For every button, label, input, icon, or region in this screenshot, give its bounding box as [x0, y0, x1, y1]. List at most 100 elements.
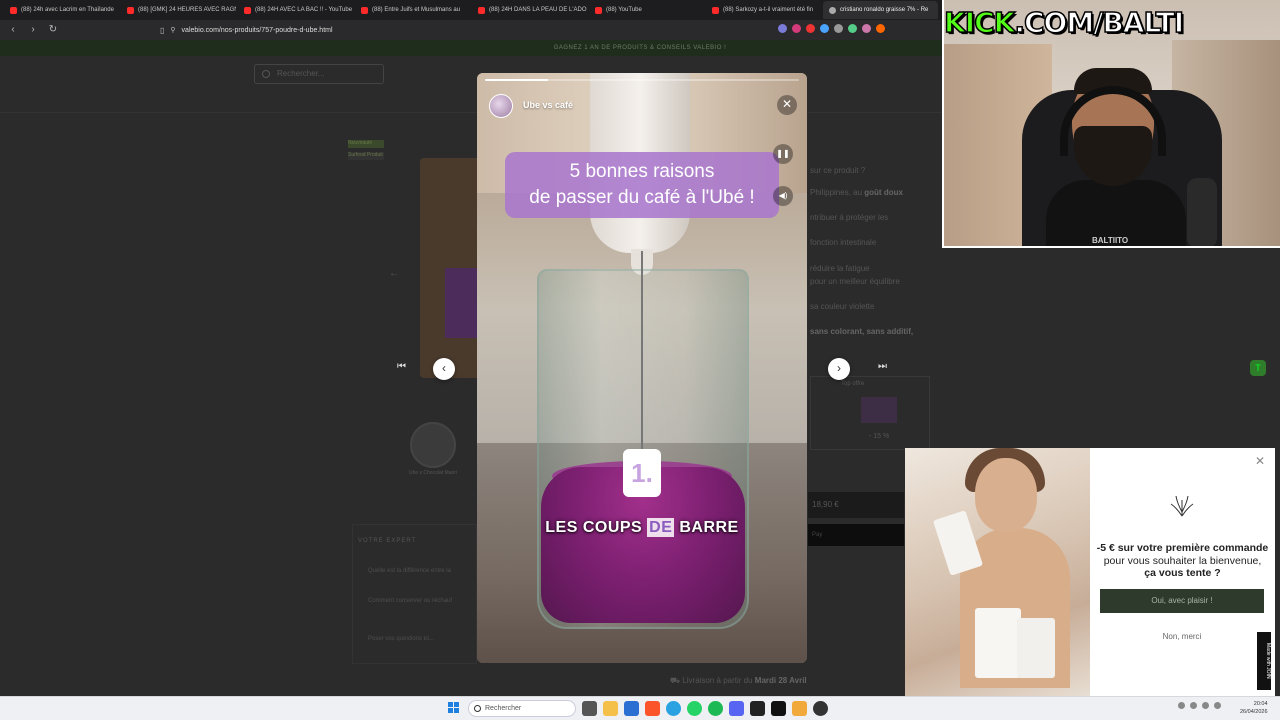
- skip-forward-icon[interactable]: ⏭: [878, 361, 887, 372]
- windows-start-icon[interactable]: [448, 702, 460, 714]
- faq-item[interactable]: Quelle est la différence entre la: [368, 568, 451, 574]
- story-progress-track: [485, 79, 799, 81]
- brave-browser-icon[interactable]: [645, 701, 660, 716]
- shirt-print: BALTIITO: [1092, 236, 1129, 245]
- chat-widget-button[interactable]: T: [1250, 360, 1266, 376]
- made-with-join-badge[interactable]: Made with JOIN: [1257, 632, 1271, 690]
- benefit-text: sa couleur violette: [810, 302, 875, 311]
- tab-title: (88) Entre Juifs et Musulmans au: [372, 7, 461, 13]
- gallery-prev-icon[interactable]: ←: [389, 268, 399, 279]
- forward-icon[interactable]: ›: [26, 23, 40, 37]
- reload-icon[interactable]: ↻: [46, 23, 60, 37]
- close-icon[interactable]: ✕: [777, 95, 797, 115]
- wifi-icon[interactable]: [1190, 702, 1197, 709]
- benefit-line: réduire la fatigue: [810, 264, 870, 273]
- taskbar-search-input[interactable]: Rechercher: [468, 700, 576, 717]
- site-info-icon[interactable]: ⚲: [170, 26, 175, 34]
- clock-time: 20:04: [1253, 701, 1268, 707]
- new-badge: Nouveauté: [348, 140, 384, 148]
- extensions-bar: [778, 24, 885, 33]
- decline-offer-link[interactable]: Non, merci: [1100, 632, 1264, 641]
- telegram-icon[interactable]: [666, 701, 681, 716]
- browser-tab[interactable]: (88) YouTube: [589, 1, 704, 19]
- welcome-discount-popup: ✕ -5 € sur votre première commande pour …: [905, 448, 1275, 696]
- express-pay-button[interactable]: Pay: [808, 524, 904, 546]
- app-icon[interactable]: [792, 701, 807, 716]
- browser-tab[interactable]: (88) 24h avec Lacrim en Thaïlande: [4, 1, 119, 19]
- task-view-icon[interactable]: [582, 701, 597, 716]
- story-viewer[interactable]: Ube vs café ✕ 5 bonnes raisons de passer…: [477, 73, 807, 663]
- browser-tab[interactable]: (88) Sarkozy a-t-il vraiment été fin: [706, 1, 821, 19]
- extension-icon[interactable]: [820, 24, 829, 33]
- benefit-text: pour un meilleur équilibre: [810, 277, 900, 286]
- store-icon[interactable]: [624, 701, 639, 716]
- taskbar: Rechercher 20:04 26/04/2026: [0, 696, 1280, 720]
- price: 18,90 €: [812, 500, 839, 509]
- microphone: [1187, 178, 1217, 248]
- faq-item[interactable]: Comment conserver ou réchauf: [368, 598, 452, 604]
- faq-title: VOTRE EXPERT: [358, 538, 417, 544]
- accept-offer-button[interactable]: Oui, avec plaisir !: [1100, 589, 1264, 613]
- headline-line-2: de passer du café à l'Ubé !: [529, 187, 755, 208]
- skip-back-icon[interactable]: ⏮: [397, 361, 406, 372]
- extension-icon[interactable]: [778, 24, 787, 33]
- popup-close-icon[interactable]: ✕: [1255, 454, 1265, 468]
- taskbar-clock[interactable]: 20:04 26/04/2026: [1240, 700, 1268, 716]
- benefit-text: réduire la fatigue: [810, 264, 870, 273]
- caption-text: LES COUPS: [545, 519, 648, 536]
- site-search-input[interactable]: Rechercher...: [254, 64, 384, 84]
- pause-icon[interactable]: ❚❚: [773, 144, 793, 164]
- system-tray: [1178, 702, 1221, 709]
- address-bar[interactable]: ▯ ⚲ valebio.com/nos-produits/757-poudre-…: [160, 23, 680, 37]
- battery-icon[interactable]: [1214, 702, 1221, 709]
- url-text[interactable]: valebio.com/nos-produits/757-poudre-d-ub…: [182, 27, 333, 34]
- add-to-cart-button[interactable]: 18,90 €: [808, 492, 904, 518]
- extension-icon[interactable]: [834, 24, 843, 33]
- extension-icon[interactable]: [862, 24, 871, 33]
- tab-title: cristiano ronaldo graisse 7% - Re: [840, 7, 929, 13]
- variant-label: Ube x Chocolat Maori: [408, 470, 458, 476]
- benefit-line: Philippines, au goût doux: [810, 188, 903, 197]
- story-headline: 5 bonnes raisons de passer du café à l'U…: [505, 152, 779, 218]
- benefit-line: sa couleur violette: [810, 302, 874, 311]
- volume-icon[interactable]: [1202, 702, 1209, 709]
- benefit-emphasis: sans colorant, sans additif,: [810, 327, 914, 336]
- popup-subtitle-text: pour vous souhaiter la bienvenue,: [1103, 555, 1262, 567]
- extension-icon[interactable]: [806, 24, 815, 33]
- extension-icon[interactable]: [848, 24, 857, 33]
- frother-whisk: [641, 251, 643, 481]
- story-avatar[interactable]: [489, 94, 513, 118]
- benefit-text: fonction intestinale: [810, 238, 877, 247]
- faq-question-input[interactable]: Poser vos questions ici...: [368, 636, 434, 642]
- prev-story-button[interactable]: ‹: [433, 358, 455, 380]
- expert-faq-panel: [352, 524, 477, 664]
- obs-icon[interactable]: [813, 701, 828, 716]
- back-icon[interactable]: ‹: [6, 23, 20, 37]
- browser-tab[interactable]: cristiano ronaldo graisse 7% - Re: [823, 1, 938, 19]
- notion-icon[interactable]: [771, 701, 786, 716]
- epic-games-icon[interactable]: [750, 701, 765, 716]
- extension-icon[interactable]: [876, 24, 885, 33]
- bookmark-icon[interactable]: ▯: [160, 26, 164, 35]
- browser-tab[interactable]: (88) 24H AVEC LA BAC !! - YouTube: [238, 1, 353, 19]
- file-explorer-icon[interactable]: [603, 701, 618, 716]
- clock-date: 26/04/2026: [1240, 709, 1268, 715]
- next-story-button[interactable]: ›: [828, 358, 850, 380]
- delivery-date: Mardi 28 Avril: [754, 676, 807, 685]
- tab-title: (88) 24h avec Lacrim en Thaïlande: [21, 7, 114, 13]
- spotify-icon[interactable]: [708, 701, 723, 716]
- browser-tab[interactable]: (88) Entre Juifs et Musulmans au: [355, 1, 470, 19]
- benefit-text: ntribuer à protéger les: [810, 213, 889, 222]
- browser-tab[interactable]: (88) 24H DANS LA PEAU DE L'ADO: [472, 1, 587, 19]
- tray-icon[interactable]: [1178, 702, 1185, 709]
- discord-icon[interactable]: [729, 701, 744, 716]
- offer-box[interactable]: Top offre - 15 %: [810, 376, 930, 450]
- browser-tab[interactable]: (88) [GMK] 24 HEURES AVEC RAGN: [121, 1, 236, 19]
- variant-thumbnail[interactable]: [410, 422, 456, 468]
- story-title: Ube vs café: [523, 100, 574, 110]
- extension-icon[interactable]: [792, 24, 801, 33]
- sound-icon[interactable]: ◀): [773, 186, 793, 206]
- taskbar-apps: [582, 701, 828, 716]
- offer-image: [861, 397, 897, 423]
- whatsapp-icon[interactable]: [687, 701, 702, 716]
